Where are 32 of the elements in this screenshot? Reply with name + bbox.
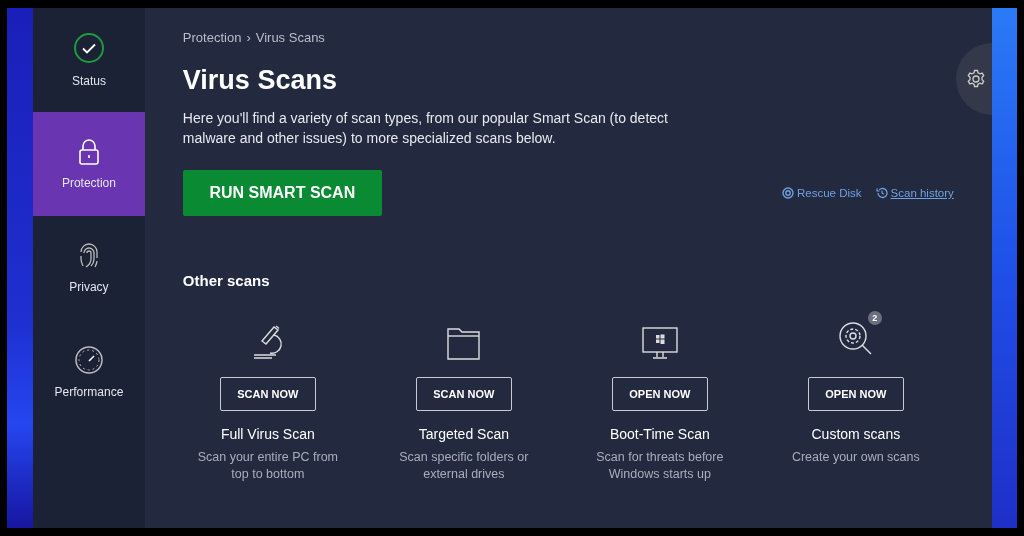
scan-description: Scan for threats before Windows starts up (595, 449, 725, 483)
page-description: Here you'll find a variety of scan types, from our popular Smart Scan (to detect malware and other issues) to more specialized scans below. (182, 109, 669, 148)
scan-description: Scan specific folders or external drives (398, 449, 530, 483)
scan-title: Boot-Time Scan (609, 426, 710, 442)
link[interactable]: Scan history (875, 187, 954, 199)
scan-title: Full Virus Scan (220, 426, 315, 442)
section-title: Other scans (182, 272, 271, 289)
link[interactable]: Rescue Disk (782, 187, 862, 199)
scan-description: Create your own scans (790, 449, 921, 466)
lifebuoy-icon (782, 187, 794, 199)
settings-icon (965, 69, 986, 89)
history-icon (875, 187, 888, 199)
breadcrumb-current: Virus Scans (255, 30, 325, 45)
scan-title: Targeted Scan (418, 426, 509, 442)
breadcrumb-link[interactable]: Protection (182, 30, 242, 45)
breadcrumb-separator: › (246, 30, 251, 45)
speedometer-icon (73, 345, 104, 375)
scan-button[interactable]: SCAN NOW (219, 377, 316, 411)
scan-description: Scan your entire PC from top to bottom (196, 449, 339, 483)
count-badge: 2 (867, 311, 882, 325)
lock-icon (76, 138, 101, 166)
scan-button[interactable]: SCAN NOW (415, 377, 512, 411)
sidebar-item[interactable]: Performance (33, 320, 145, 424)
page-title: Virus Scans (182, 65, 338, 96)
scan-button[interactable]: OPEN NOW (807, 377, 904, 411)
run-smart-scan-button[interactable]: RUN SMART SCAN (182, 170, 382, 216)
scan-button[interactable]: OPEN NOW (611, 377, 708, 411)
checkmark-icon (72, 32, 105, 64)
sidebar-item[interactable]: Status (33, 8, 145, 112)
scan-title: Custom scans (811, 426, 901, 442)
sidebar-item[interactable]: Protection (33, 112, 145, 216)
sidebar-item[interactable]: Privacy (33, 216, 145, 320)
